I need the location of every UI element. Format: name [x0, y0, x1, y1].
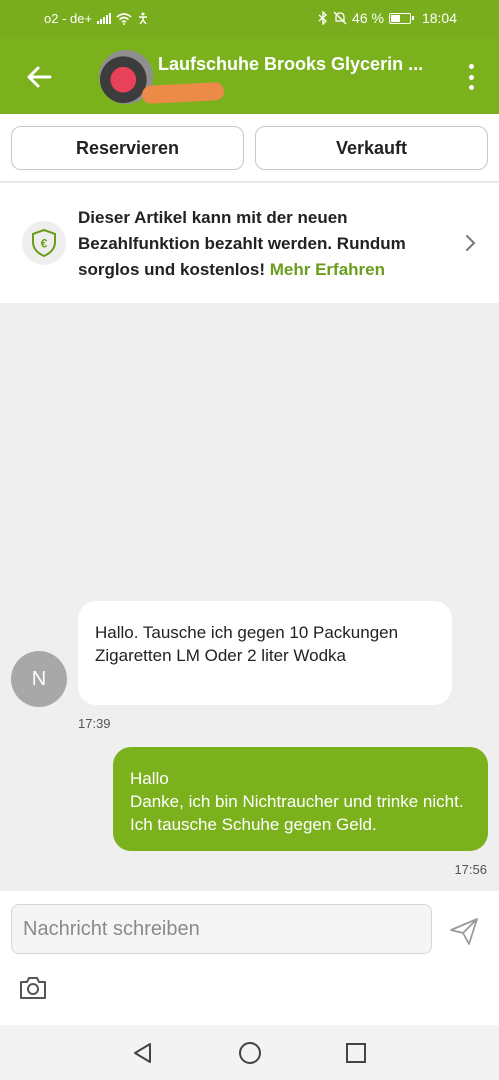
status-left: o2 - de+: [44, 11, 149, 26]
status-right: 46 % 18:04: [318, 10, 457, 26]
battery-icon: [388, 12, 414, 24]
message-timestamp: 17:56: [454, 862, 487, 877]
clock: 18:04: [421, 10, 457, 26]
nav-recents-icon[interactable]: [344, 1041, 368, 1065]
accessibility-icon: [139, 12, 148, 25]
listing-actions: Reservieren Verkauft: [0, 114, 499, 182]
battery-level: [390, 14, 401, 22]
sold-button[interactable]: Verkauft: [255, 126, 488, 170]
status-bar: o2 - de+ 46 % 18:04: [0, 0, 499, 38]
bluetooth-icon: [318, 11, 328, 25]
camera-icon[interactable]: [18, 975, 48, 1001]
arrow-left-icon[interactable]: [24, 62, 54, 92]
more-vertical-icon[interactable]: [465, 64, 477, 90]
battery-percent: 46 %: [352, 10, 384, 26]
wifi-icon: [116, 12, 132, 25]
message-timestamp: 17:39: [78, 716, 111, 731]
conversation-header: Laufschuhe Brooks Glycerin ...: [0, 38, 499, 114]
listing-title[interactable]: Laufschuhe Brooks Glycerin ...: [158, 54, 423, 75]
nav-back-icon[interactable]: [131, 1041, 155, 1065]
redacted-subtitle: [141, 81, 225, 105]
message-input[interactable]: [11, 904, 432, 954]
signal-icon: [97, 13, 112, 24]
nav-home-icon[interactable]: [238, 1041, 262, 1065]
system-navigation-bar: [0, 1025, 499, 1080]
incoming-message: Hallo. Tausche ich gegen 10 Packungen Zi…: [78, 601, 452, 705]
mute-bell-icon: [333, 11, 347, 25]
banner-text: Dieser Artikel kann mit der neuen Bezahl…: [78, 205, 458, 283]
send-icon[interactable]: [448, 915, 480, 947]
partner-avatar[interactable]: N: [11, 651, 67, 707]
chevron-right-icon[interactable]: [463, 233, 477, 253]
shield-euro-icon: €: [22, 221, 66, 265]
reserve-button[interactable]: Reservieren: [11, 126, 244, 170]
svg-text:€: €: [41, 237, 48, 251]
outgoing-message: Hallo Danke, ich bin Nichtraucher und tr…: [113, 747, 488, 851]
payment-info-banner[interactable]: € Dieser Artikel kann mit der neuen Beza…: [0, 183, 499, 303]
message-composer: [0, 891, 499, 1025]
carrier-label: o2 - de+: [44, 11, 93, 26]
learn-more-link[interactable]: Mehr Erfahren: [270, 260, 385, 279]
